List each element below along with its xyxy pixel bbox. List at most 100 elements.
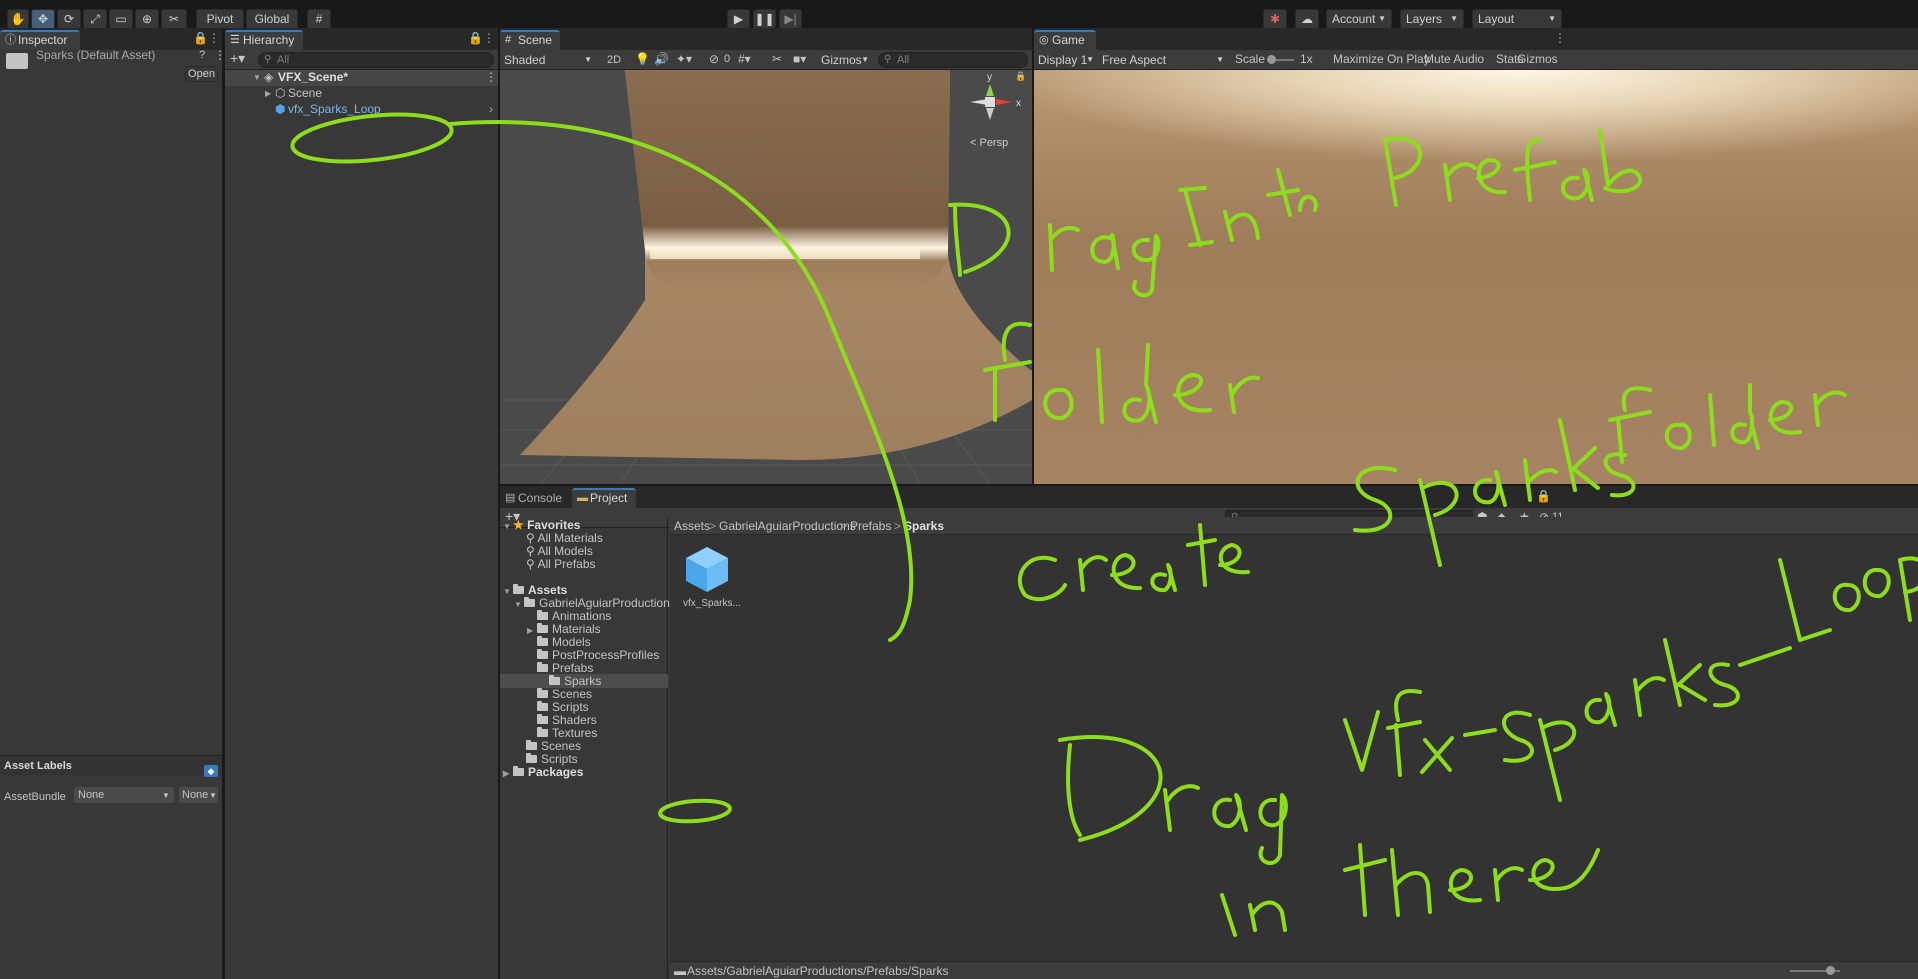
shading-label: Shaded: [504, 53, 546, 67]
breadcrumb-item[interactable]: GabrielAguiarProductions: [719, 519, 856, 534]
shading-dropdown[interactable]: Shaded ▼: [500, 51, 596, 69]
help-icon[interactable]: ?: [199, 48, 205, 63]
pivot-toggle[interactable]: Pivot: [196, 9, 244, 29]
tab-project[interactable]: ▬ Project: [572, 488, 636, 508]
chevron-down-icon: ▼: [1216, 55, 1224, 64]
expand-icon[interactable]: ▼: [253, 70, 261, 85]
more-options-icon[interactable]: ⋮: [485, 70, 497, 85]
pause-button[interactable]: ❚❚: [753, 9, 776, 29]
lock-icon[interactable]: 🔒: [468, 31, 483, 46]
scene-search-input[interactable]: ⚲ All: [878, 52, 1028, 68]
game-viewport[interactable]: [1034, 70, 1918, 484]
game-tabstrip: ◎ Game ⋮: [1034, 28, 1918, 50]
tab-game[interactable]: ◎ Game: [1034, 30, 1096, 50]
account-dropdown[interactable]: Account ▼: [1326, 9, 1392, 29]
play-button[interactable]: ▶: [727, 9, 750, 29]
maximize-on-play-toggle[interactable]: Maximize On Play: [1333, 52, 1430, 67]
favorite-item[interactable]: ⚲ All Prefabs: [526, 557, 596, 572]
scale-label: Scale: [1235, 52, 1266, 66]
display-dropdown[interactable]: Display 1 ▼: [1034, 51, 1098, 69]
open-button[interactable]: Open: [185, 66, 218, 82]
global-label: Global: [254, 12, 290, 26]
persp-label[interactable]: < Persp: [970, 137, 1008, 149]
assetbundle-dropdown[interactable]: None ▼: [74, 787, 174, 803]
add-icon[interactable]: +▾: [230, 51, 245, 66]
folder-icon: [524, 597, 535, 607]
lock-icon[interactable]: 🔒: [1536, 489, 1551, 504]
transform-tool-icon[interactable]: ⊕: [135, 9, 159, 29]
tab-label: Inspector: [18, 33, 68, 47]
scene-tabstrip: # Scene: [500, 28, 1032, 50]
custom-tool-icon[interactable]: ✂: [161, 9, 187, 29]
search-icon: ⚲: [526, 531, 538, 545]
tab-label: Scene: [518, 33, 553, 47]
lighting-icon[interactable]: 💡: [635, 52, 650, 67]
tools-icon[interactable]: ✂: [772, 52, 782, 67]
chevron-down-icon: ▼: [1378, 14, 1386, 23]
cloud-icon[interactable]: ☁: [1295, 9, 1319, 29]
hierarchy-search-input[interactable]: ⚲ All: [258, 52, 494, 68]
variant-dropdown[interactable]: None ▼: [179, 787, 218, 803]
prefab-cube-icon[interactable]: [684, 545, 730, 593]
display-label: Display 1: [1038, 53, 1088, 67]
layout-dropdown[interactable]: Layout ▼: [1472, 9, 1562, 29]
more-options-icon[interactable]: ⋮: [208, 31, 220, 46]
info-icon: ⓘ: [5, 34, 16, 46]
hierarchy-item[interactable]: ▶ ⬡ Scene: [225, 86, 498, 102]
folder-icon: [537, 636, 548, 646]
asset-item-label[interactable]: vfx_Sparks...: [683, 596, 741, 611]
folder-icon: [537, 610, 548, 620]
tree-item-label: GabrielAguiarProductions: [539, 596, 676, 610]
status-bar: ▬ Assets/GabrielAguiarProductions/Prefab…: [670, 961, 1918, 979]
effects-icon[interactable]: ✦▾: [676, 52, 692, 67]
tab-scene[interactable]: # Scene: [500, 30, 560, 50]
tab-inspector[interactable]: ⓘ Inspector: [0, 30, 80, 50]
scale-slider-handle[interactable]: [1267, 55, 1276, 64]
step-button[interactable]: ▶|: [779, 9, 802, 29]
scene-root-row[interactable]: ▼ ◈ VFX_Scene* ⋮: [225, 70, 498, 86]
aspect-dropdown[interactable]: Free Aspect ▼: [1098, 51, 1228, 69]
scene-viewport[interactable]: y x < Persp 🔒: [500, 70, 1032, 484]
chevron-down-icon: ▼: [162, 791, 170, 800]
unity-scene-icon: ◈: [264, 70, 274, 84]
folder-icon: [537, 662, 548, 672]
more-options-icon[interactable]: ⋮: [483, 31, 495, 46]
tab-console[interactable]: ▤ Console: [500, 488, 570, 508]
mode-2d-toggle[interactable]: 2D: [607, 53, 621, 68]
zoom-slider-handle[interactable]: [1826, 966, 1835, 975]
breadcrumb-item[interactable]: Sparks: [904, 519, 944, 534]
game-gizmos-dropdown[interactable]: Gizmos: [1517, 52, 1558, 67]
chevron-right-icon[interactable]: ›: [489, 102, 493, 117]
breadcrumb-item[interactable]: Assets: [674, 519, 710, 534]
mute-audio-toggle[interactable]: Mute Audio: [1424, 52, 1484, 67]
lock-icon[interactable]: 🔒: [1015, 71, 1026, 81]
camera-icon[interactable]: ■▾: [793, 52, 806, 67]
hierarchy-item[interactable]: ⬢ vfx_Sparks_Loop ›: [225, 102, 498, 118]
packages-header[interactable]: ▶ Packages: [503, 765, 583, 781]
breadcrumb-item[interactable]: Prefabs: [850, 519, 891, 534]
scene-gizmos-dropdown[interactable]: Gizmos ▼: [817, 51, 873, 69]
rotate-tool-icon[interactable]: ⟳: [57, 9, 81, 29]
hand-tool-icon[interactable]: ✋: [7, 9, 29, 29]
tree-item-selected[interactable]: Sparks: [500, 674, 668, 688]
inspector-tabstrip: ⓘ Inspector 🔒 ⋮: [0, 28, 222, 50]
grid-snap-icon[interactable]: #: [307, 9, 331, 29]
grid-toggle-icon[interactable]: #▾: [738, 52, 751, 67]
move-tool-icon[interactable]: ✥: [31, 9, 55, 29]
expand-icon: ▼: [503, 522, 511, 531]
project-panel: ▤Console ▬Project 🔒 +▾ ⚲ ⬢ ◆ ★ ⊘ 11 ▼★ F…: [500, 486, 1918, 979]
lock-icon[interactable]: 🔒: [193, 31, 208, 46]
more-options-icon[interactable]: ⋮: [1554, 31, 1566, 46]
label-tag-icon[interactable]: ◆: [204, 765, 218, 777]
collapse-icon[interactable]: ▶: [265, 86, 271, 101]
tab-hierarchy[interactable]: ☰ Hierarchy: [225, 30, 303, 50]
rect-tool-icon[interactable]: ▭: [109, 9, 133, 29]
audio-icon[interactable]: 🔊: [654, 52, 669, 67]
collab-icon[interactable]: ✱: [1263, 9, 1287, 29]
layers-dropdown[interactable]: Layers ▼: [1400, 9, 1464, 29]
game-toolbar: Display 1 ▼ Free Aspect ▼ Scale 1x Maximiz…: [1034, 50, 1918, 70]
scale-tool-icon[interactable]: ⤢: [83, 9, 107, 29]
favorite-item-label: All Prefabs: [537, 557, 596, 571]
visibility-icon[interactable]: ⊘: [709, 52, 719, 67]
global-toggle[interactable]: Global: [246, 9, 298, 29]
